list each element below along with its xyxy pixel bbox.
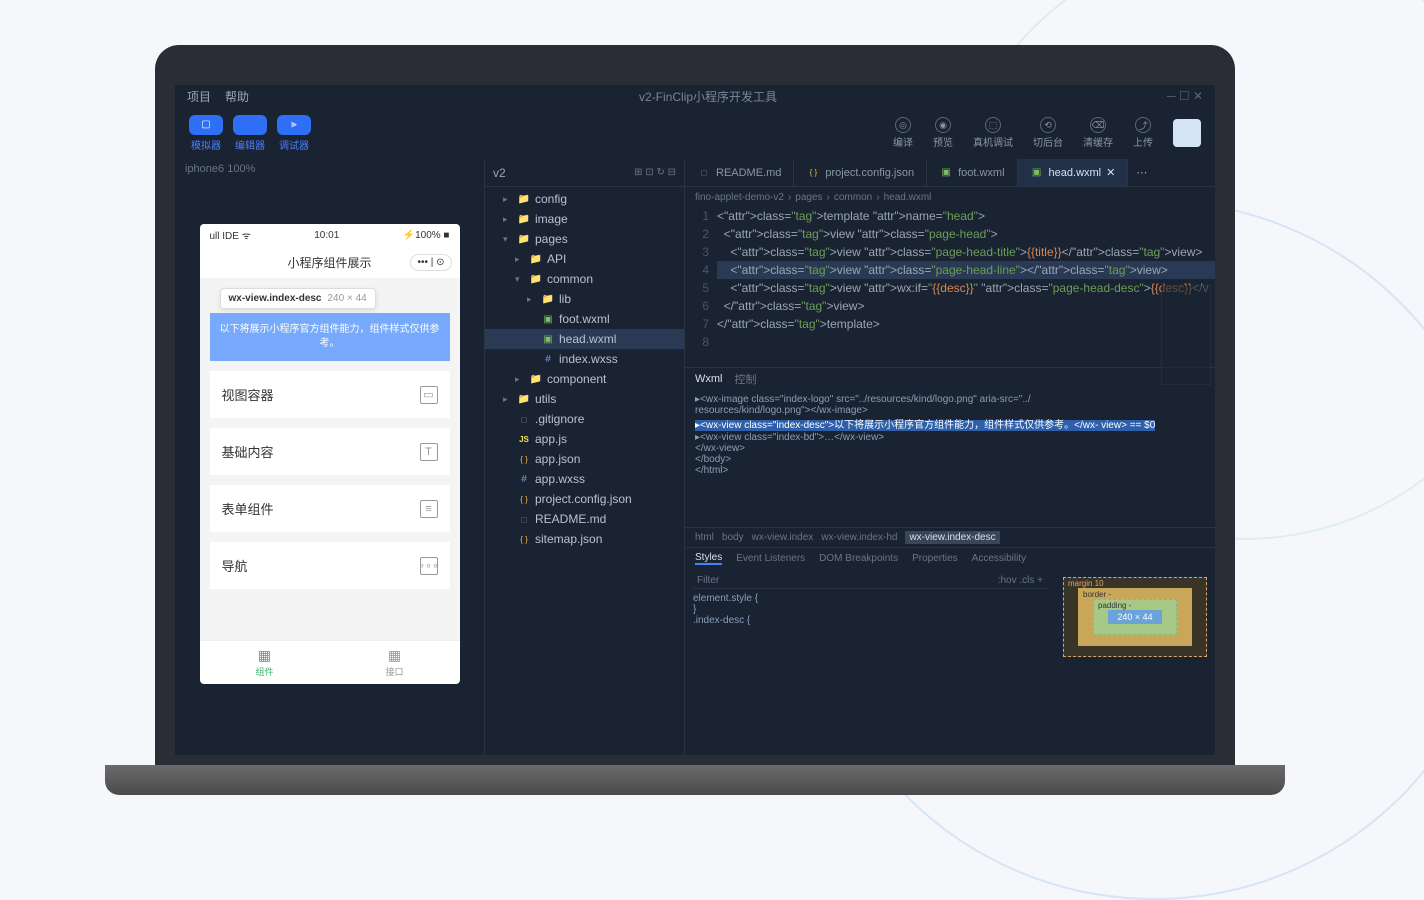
tree-node[interactable]: ▸📁lib (485, 289, 684, 309)
remote-debug-button[interactable]: ⬚真机调试 (973, 117, 1013, 149)
user-avatar[interactable] (1173, 119, 1201, 147)
background-button[interactable]: ⟲切后台 (1033, 117, 1063, 149)
tree-node[interactable]: ▾📁pages (485, 229, 684, 249)
menu-help[interactable]: 帮助 (225, 88, 249, 105)
list-item[interactable]: 视图容器▭ (210, 371, 450, 418)
editor-tab[interactable]: ◻README.md (685, 159, 794, 186)
phone-status-bar: ull IDE ᯤ 10:01 ⚡100% ■ (200, 224, 460, 246)
devtools-top-tabs[interactable]: Wxml控制 (685, 368, 1215, 390)
editor-tabs: ◻README.md{ }project.config.json▣foot.wx… (685, 159, 1215, 187)
tree-node[interactable]: JSapp.js (485, 429, 684, 449)
compile-button[interactable]: ◎编译 (893, 117, 913, 149)
phone-tabbar: ▦组件▦接口 (200, 640, 460, 684)
inspect-highlight: 以下将展示小程序官方组件能力，组件样式仅供参考。 (210, 313, 450, 361)
list-item[interactable]: 基础内容T (210, 428, 450, 475)
minimap[interactable] (1161, 285, 1211, 385)
upload-button[interactable]: ⤴上传 (1133, 117, 1153, 149)
toolbar: ▢模拟器编辑器 ⫸调试器 ◎编译 ◉预览 ⬚真机调试 ⟲切后台 ⌫清缓存 ⤴上传 (175, 107, 1215, 159)
debugger-toggle[interactable]: ⫸调试器 (277, 115, 311, 152)
simulator-device-label[interactable]: iphone6 100% (175, 159, 484, 179)
status-time: 10:01 (314, 230, 339, 241)
status-signal: ull IDE ᯤ (210, 228, 251, 242)
box-model: margin 10 border - padding - 240 × 44 (1055, 569, 1215, 698)
simulator-panel: iphone6 100% ull IDE ᯤ 10:01 ⚡100% ■ 小程序… (175, 159, 485, 755)
window-controls[interactable]: ─ ☐ ✕ (1167, 89, 1203, 103)
style-rules[interactable]: Filter:hov .cls +element.style {}.index-… (685, 569, 1055, 698)
phone-frame: ull IDE ᯤ 10:01 ⚡100% ■ 小程序组件展示 ••• | ⊙ … (200, 224, 460, 684)
explorer-actions[interactable]: ⊞ ⊡ ↻ ⊟ (634, 167, 676, 178)
list-item[interactable]: 导航∘∘∘ (210, 542, 450, 589)
laptop-base (105, 765, 1285, 795)
tree-node[interactable]: ▸📁image (485, 209, 684, 229)
devtools-subtabs[interactable]: StylesEvent ListenersDOM BreakpointsProp… (685, 547, 1215, 569)
close-icon[interactable]: ✕ (1106, 166, 1115, 179)
tree-node[interactable]: ▣head.wxml (485, 329, 684, 349)
tabs-more[interactable]: ⋯ (1128, 159, 1155, 186)
phone-tab[interactable]: ▦接口 (330, 641, 460, 684)
dom-breadcrumb[interactable]: htmlbodywx-view.indexwx-view.index-hdwx-… (685, 527, 1215, 547)
devtools-panel: Wxml控制 ▸<wx-image class="index-logo" src… (685, 367, 1215, 697)
tree-node[interactable]: { }app.json (485, 449, 684, 469)
status-battery: ⚡100% ■ (403, 230, 450, 241)
editor-panel: ◻README.md{ }project.config.json▣foot.wx… (685, 159, 1215, 755)
editor-tab[interactable]: { }project.config.json (794, 159, 927, 186)
tree-node[interactable]: ◻README.md (485, 509, 684, 529)
window-title: v2-FinClip小程序开发工具 (263, 88, 1153, 105)
style-filter[interactable]: Filter (697, 575, 719, 586)
tree-node[interactable]: ▾📁common (485, 269, 684, 289)
tree-node[interactable]: { }sitemap.json (485, 529, 684, 549)
clear-cache-button[interactable]: ⌫清缓存 (1083, 117, 1113, 149)
tree-node[interactable]: #index.wxss (485, 349, 684, 369)
ide-window: 项目 帮助 v2-FinClip小程序开发工具 ─ ☐ ✕ ▢模拟器编辑器 ⫸调试… (175, 85, 1215, 755)
laptop-frame: 项目 帮助 v2-FinClip小程序开发工具 ─ ☐ ✕ ▢模拟器编辑器 ⫸调试… (155, 45, 1235, 805)
code-editor[interactable]: 12345678 <"attr">class="tag">template "a… (685, 207, 1215, 367)
menubar: 项目 帮助 v2-FinClip小程序开发工具 ─ ☐ ✕ (175, 85, 1215, 107)
tree-node[interactable]: ▸📁component (485, 369, 684, 389)
tree-node[interactable]: ▸📁API (485, 249, 684, 269)
dom-tree[interactable]: ▸<wx-image class="index-logo" src="../re… (685, 390, 1215, 527)
tree-node[interactable]: { }project.config.json (485, 489, 684, 509)
preview-button[interactable]: ◉预览 (933, 117, 953, 149)
inspect-tooltip: wx-view.index-desc 240 × 44 (220, 288, 376, 309)
project-root[interactable]: v2 (493, 166, 506, 180)
tree-node[interactable]: ▸📁config (485, 189, 684, 209)
list-item[interactable]: 表单组件≡ (210, 485, 450, 532)
phone-tab[interactable]: ▦组件 (200, 641, 330, 684)
editor-toggle[interactable]: 编辑器 (233, 115, 267, 152)
tree-node[interactable]: ◻.gitignore (485, 409, 684, 429)
tree-node[interactable]: #app.wxss (485, 469, 684, 489)
breadcrumb[interactable]: fino-applet-demo-v2 › pages › common › h… (685, 187, 1215, 207)
simulator-toggle[interactable]: ▢模拟器 (189, 115, 223, 152)
tree-node[interactable]: ▸📁utils (485, 389, 684, 409)
phone-capsule[interactable]: ••• | ⊙ (410, 254, 451, 271)
file-explorer: v2 ⊞ ⊡ ↻ ⊟ ▸📁config▸📁image▾📁pages▸📁API▾📁… (485, 159, 685, 755)
editor-tab[interactable]: ▣head.wxml✕ (1018, 159, 1129, 186)
menu-project[interactable]: 项目 (187, 88, 211, 105)
phone-navbar: 小程序组件展示 ••• | ⊙ (200, 246, 460, 278)
phone-page-title: 小程序组件展示 (287, 254, 371, 271)
editor-tab[interactable]: ▣foot.wxml (927, 159, 1017, 186)
tree-node[interactable]: ▣foot.wxml (485, 309, 684, 329)
